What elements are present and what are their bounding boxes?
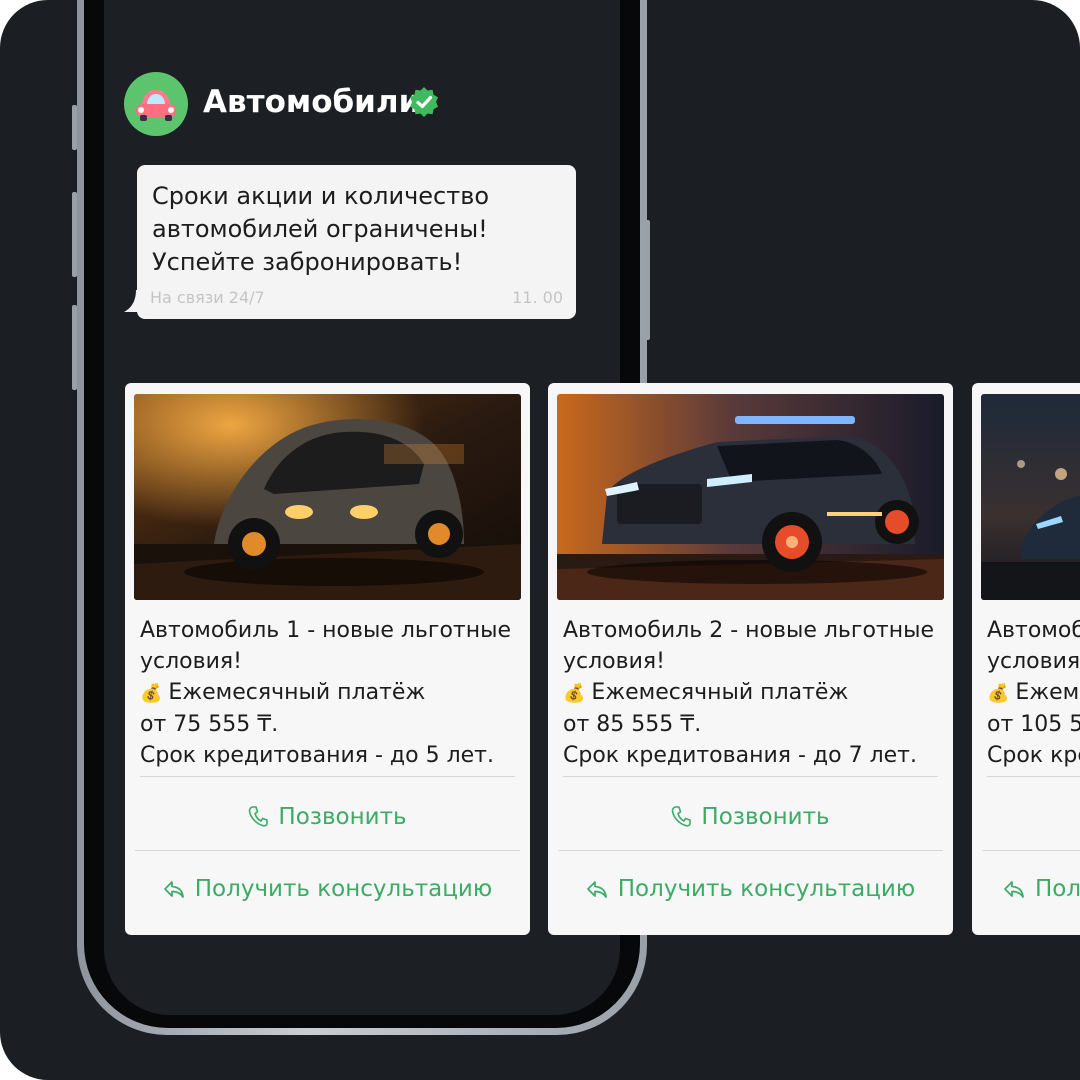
message-text: Сроки акции и количество автомобилей огр… [152, 182, 490, 276]
phone-icon [249, 806, 269, 827]
phone-side-button [645, 220, 650, 340]
card-title-line: Автомобиль 2 - новые льготные [563, 618, 935, 643]
monthly-payment-label: Ежем [1015, 680, 1080, 705]
car-image[interactable] [134, 394, 521, 600]
divider [135, 850, 520, 851]
consult-button-label: Получить консультацию [194, 876, 493, 902]
car-icon [136, 90, 176, 121]
credit-term-line: Срок кредитования - до 7 лет. [563, 743, 917, 768]
money-bag-icon: 💰 [987, 683, 1010, 704]
credit-term-line: Срок кре [987, 743, 1080, 768]
car-card: Автомобиль 1 - новые льготные условия! 💰… [125, 383, 530, 935]
card-title-line: Автомобиль 1 - новые льготные [140, 618, 512, 643]
price-line: от 85 555 ₸. [563, 712, 702, 737]
monthly-payment-line: 💰 Ежемесячный платёж [563, 677, 943, 709]
call-button-label: Позвонить [701, 804, 830, 830]
channel-avatar[interactable] [124, 72, 188, 136]
divider [982, 850, 1080, 851]
phone-side-button [72, 192, 77, 277]
card-title-line: условия! [987, 649, 1080, 674]
call-button[interactable]: Позвонить [548, 804, 953, 830]
car-card: Автомобиль 2 - новые льготные условия! 💰… [548, 383, 953, 935]
consult-button[interactable]: Получить консультацию [548, 876, 953, 902]
card-description: Автомоб условия! 💰Ежем от 105 55 Срок кр… [987, 615, 1080, 771]
message-bubble: Сроки акции и количество автомобилей огр… [137, 165, 576, 319]
monthly-payment-line: 💰 Ежемесячный платёж [140, 677, 520, 709]
channel-name[interactable]: Автомобили [203, 84, 420, 120]
monthly-payment-line: 💰 Ежем [987, 677, 1080, 709]
price-line: от 105 55 [987, 712, 1080, 737]
monthly-payment-label: Ежемесячный платёж [591, 680, 849, 705]
card-description: Автомобиль 2 - новые льготные условия! 💰… [563, 615, 943, 771]
money-bag-icon: 💰 [563, 683, 586, 704]
reply-icon [586, 881, 607, 898]
message-meta: На связи 24/7 [150, 288, 265, 307]
divider [558, 850, 943, 851]
phone-icon [672, 806, 692, 827]
divider [563, 776, 938, 777]
consult-button-label: Полу [1035, 876, 1080, 902]
card-title-line: условия! [563, 649, 665, 674]
phone-side-button [72, 105, 77, 150]
money-bag-icon: 💰 [140, 683, 163, 704]
consult-button-label: Получить консультацию [617, 876, 916, 902]
message-time: 11. 00 [512, 288, 563, 307]
call-button-label: Позвонить [278, 804, 407, 830]
verified-badge-icon [408, 86, 440, 123]
reply-icon [163, 881, 184, 898]
divider [140, 776, 515, 777]
consult-button[interactable]: Получить консультацию [125, 876, 530, 902]
car-card: Автомоб условия! 💰Ежем от 105 55 Срок кр… [972, 383, 1080, 935]
car-image[interactable] [557, 394, 944, 600]
card-description: Автомобиль 1 - новые льготные условия! 💰… [140, 615, 520, 771]
credit-term-line: Срок кредитования - до 5 лет. [140, 743, 494, 768]
reply-icon [1004, 881, 1024, 898]
call-button[interactable]: Позвонить [125, 804, 530, 830]
consult-button[interactable]: Полу [972, 876, 1080, 902]
divider [987, 776, 1080, 777]
phone-side-button [72, 305, 77, 390]
card-title-line: Автомоб [987, 618, 1080, 643]
card-title-line: условия! [140, 649, 242, 674]
monthly-payment-label: Ежемесячный платёж [168, 680, 426, 705]
price-line: от 75 555 ₸. [140, 712, 279, 737]
car-image[interactable] [981, 394, 1080, 600]
